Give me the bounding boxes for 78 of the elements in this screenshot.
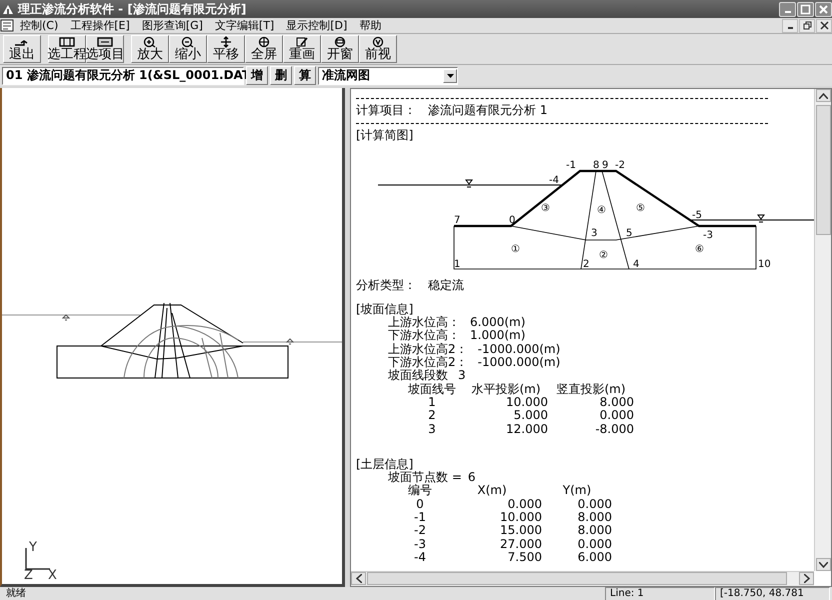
field-value: 6 [468,471,476,484]
field-value: 3 [458,369,466,383]
section-heading: [土层信息] [356,458,414,471]
node-label: -1 [566,160,576,171]
label: 计算项目： [356,104,416,118]
table-cell-text: 0.000 [576,498,612,512]
node-label: 9 [602,160,608,171]
table-cell-text: 3 [427,422,437,436]
field-value: -1000.000(m) [478,356,560,370]
status-text: [-18.750, 48.781 [715,586,830,600]
project-title: 渗流问题有限元分析 1 [428,104,548,118]
node-label: -2 [615,160,625,171]
node-label: 5 [626,228,632,239]
node-label: ③ [541,202,550,214]
view-name: 准流网图 [321,67,371,84]
field-value: -1000.000(m) [478,342,560,356]
section-heading: [坡面信息] [356,302,414,316]
table-cell-text: 10.000 [499,511,542,524]
column-header: 水平投影(m) [470,382,542,396]
label: 下游水位高： [388,329,460,342]
node-label: 3 [591,228,598,239]
label: 分析类型： [356,278,416,292]
status-text: 就绪 [5,588,27,600]
node-label: ② [599,250,608,261]
table-cell-text: 8.000 [598,396,634,410]
label: 下游水位高2： [388,356,468,370]
node-label: -3 [703,230,713,241]
node-label: 7 [454,214,460,226]
table-cell-text: -1 [413,511,427,524]
table-cell-text: 15.000 [499,524,542,538]
table-cell-text: 0.000 [598,409,634,423]
node-label: 10 [758,258,771,270]
field-value: 稳定流 [428,278,464,292]
node-label: ⑤ [636,202,645,214]
table-cell-text: 6.000 [576,550,612,564]
table-cell-text: 10.000 [506,396,548,410]
column-header: 坡面线号 [407,382,457,396]
node-label: ⑥ [695,244,704,255]
section-heading: [计算简图] [356,129,414,143]
table-cell-text: 8.000 [576,524,612,538]
column-header: Y(m) [562,484,592,498]
node-label: 2 [583,258,590,270]
label: 上游水位高： [388,316,460,330]
node-label: ④ [597,204,606,216]
column-header: 编号 [407,484,433,498]
table-cell-text: -2 [413,524,427,538]
column-header: X(m) [476,484,508,498]
table-cell-text: 0 [415,498,425,512]
node-label: ① [511,244,520,255]
table-cell-text: -8.000 [594,422,634,436]
node-label: 0 [509,214,516,226]
node-label: 8 [593,160,600,171]
label: 坡面节点数 = [388,471,462,484]
status-text: Line: 1 [605,586,715,600]
node-label: 4 [633,258,640,270]
table-cell-text: 5.000 [512,409,548,423]
axis-label: Z [24,568,33,583]
table-cell-text: 8.000 [576,511,612,524]
table-cell-text: 12.000 [505,422,548,436]
column-header: 竖直投影(m) [555,382,627,396]
table-cell-text: 7.500 [506,550,542,564]
table-cell-text: 1 [427,396,437,410]
node-label: 1 [454,258,460,270]
table-cell-text: -4 [413,550,427,564]
field-value: 6.000(m) [470,316,526,330]
window-title: 理正渗流分析软件 - [渗流问题有限元分析] [18,0,248,18]
label: 坡面线段数 [388,369,448,383]
node-label: -5 [692,210,702,221]
axis-label: X [48,568,57,583]
table-cell-text: 0.000 [576,538,612,551]
table-cell-text: 27.000 [499,538,542,551]
table-cell-text: -3 [413,538,427,551]
table-cell-text: 2 [427,409,437,423]
label: 上游水位高2： [388,342,468,356]
node-label: -4 [549,174,559,186]
table-cell-text: 0.000 [506,498,542,512]
axis-label: Y [29,540,37,555]
field-value: 1.000(m) [470,329,526,343]
